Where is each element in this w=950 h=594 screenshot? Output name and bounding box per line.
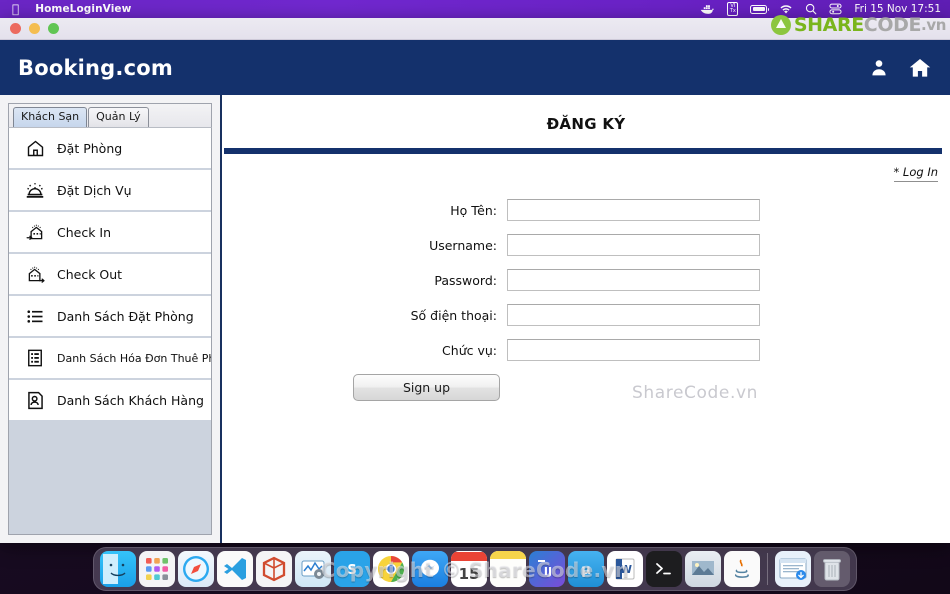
finder-window-icon[interactable] xyxy=(775,551,811,587)
apple-logo-icon[interactable]:  xyxy=(12,3,19,15)
home-icon[interactable] xyxy=(908,56,932,80)
intellij-icon[interactable]: IJ xyxy=(529,551,565,587)
role-label: Chức vụ: xyxy=(442,342,497,358)
minimize-button[interactable] xyxy=(29,23,40,34)
docker-whale-icon[interactable] xyxy=(700,2,715,16)
battery-icon[interactable] xyxy=(750,2,770,16)
app-brand-header: Booking.com xyxy=(0,40,950,95)
sidebar-item-label: Đặt Phòng xyxy=(57,140,123,156)
building-icon xyxy=(23,136,47,160)
fullname-field[interactable] xyxy=(507,199,760,221)
java-icon[interactable] xyxy=(724,551,760,587)
close-button[interactable] xyxy=(10,23,21,34)
title-divider xyxy=(224,148,942,154)
dock-separator xyxy=(767,553,768,585)
form-row-password: Password: xyxy=(222,269,950,291)
sharecode-logo-code: CODE xyxy=(863,14,922,36)
user-account-icon[interactable] xyxy=(868,57,890,79)
password-label: Password: xyxy=(434,272,497,288)
username-label: Username: xyxy=(429,237,497,253)
sharecode-watermark-text: ShareCode.vn xyxy=(632,383,759,403)
sharecode-watermark-logo: SHARE CODE .vn xyxy=(770,13,946,37)
tab-quan-ly[interactable]: Quản Lý xyxy=(88,107,149,127)
login-link-container: * Log In xyxy=(893,161,938,182)
sharecode-logo-share: SHARE xyxy=(793,14,864,36)
fullname-label: Họ Tên: xyxy=(450,202,497,218)
sidebar-item-check-out[interactable]: Check Out xyxy=(9,254,211,296)
sidebar-item-label: Danh Sách Hóa Đơn Thuê Ph... xyxy=(57,351,212,365)
vitx-icon[interactable]: VI Tx xyxy=(727,2,739,16)
invoice-grid-icon xyxy=(23,346,47,370)
vitx-line2: Tx xyxy=(729,8,736,14)
list-icon xyxy=(23,304,47,328)
messenger-icon[interactable] xyxy=(412,551,448,587)
sidebar-item-check-in[interactable]: Check In xyxy=(9,212,211,254)
page-title: ĐĂNG KÝ xyxy=(546,115,626,133)
svg-text:S: S xyxy=(347,563,356,578)
sidebar-item-label: Danh Sách Đặt Phòng xyxy=(57,308,194,324)
form-row-submit: Sign up xyxy=(222,374,950,401)
form-row-role: Chức vụ: xyxy=(222,339,950,361)
form-row-phone: Số điện thoại: xyxy=(222,304,950,326)
word-icon[interactable]: W xyxy=(607,551,643,587)
form-row-username: Username: xyxy=(222,234,950,256)
terminal-icon[interactable] xyxy=(646,551,682,587)
menubar-app-name: HomeLoginView xyxy=(28,3,131,15)
app-window: Booking.com Khách Sạn Quản Lý Đặt Phòng … xyxy=(0,18,950,543)
trash-icon[interactable] xyxy=(814,551,850,587)
launchpad-icon[interactable] xyxy=(139,551,175,587)
svg-text:W: W xyxy=(620,563,632,576)
macos-dock: S 15 IJ µ W xyxy=(93,547,857,591)
app-brand-title: Booking.com xyxy=(18,55,173,80)
sidebar-item-dat-dich-vu[interactable]: Đặt Dịch Vụ xyxy=(9,170,211,212)
main-content: ĐĂNG KÝ * Log In Họ Tên: Username: Passw… xyxy=(222,95,950,543)
tab-khach-san[interactable]: Khách Sạn xyxy=(13,107,88,127)
phone-label: Số điện thoại: xyxy=(410,307,497,323)
signup-button[interactable]: Sign up xyxy=(353,374,500,401)
sharecode-logo-vn: .vn xyxy=(921,16,946,34)
calendar-icon[interactable]: 15 xyxy=(451,551,487,587)
service-bell-icon xyxy=(23,178,47,202)
customer-document-icon xyxy=(23,388,47,412)
window-body: Khách Sạn Quản Lý Đặt Phòng Đặt Dịch Vụ … xyxy=(0,95,950,543)
form-row-fullname: Họ Tên: xyxy=(222,199,950,221)
sidebar-item-danh-sach-hoa-don[interactable]: Danh Sách Hóa Đơn Thuê Ph... xyxy=(9,338,211,380)
svg-text:IJ: IJ xyxy=(544,565,552,578)
finder-icon[interactable] xyxy=(100,551,136,587)
system-monitor-icon[interactable] xyxy=(295,551,331,587)
chrome-icon[interactable] xyxy=(373,551,409,587)
sidebar-menu-list: Đặt Phòng Đặt Dịch Vụ Check In Check Out… xyxy=(8,127,212,535)
vscode-icon[interactable] xyxy=(217,551,253,587)
sidebar-tabstrip: Khách Sạn Quản Lý xyxy=(8,103,212,127)
login-link[interactable]: * Log In xyxy=(893,165,938,182)
building-arrow-out-icon xyxy=(23,262,47,286)
role-field[interactable] xyxy=(507,339,760,361)
svg-text:µ: µ xyxy=(581,563,591,578)
preview-icon[interactable] xyxy=(685,551,721,587)
zoom-button[interactable] xyxy=(48,23,59,34)
password-field[interactable] xyxy=(507,269,760,291)
sidebar-item-danh-sach-khach-hang[interactable]: Danh Sách Khách Hàng xyxy=(9,380,211,422)
username-field[interactable] xyxy=(507,234,760,256)
calendar-day-number: 15 xyxy=(458,564,480,583)
sidebar-item-danh-sach-dat-phong[interactable]: Danh Sách Đặt Phòng xyxy=(9,296,211,338)
building-arrow-in-icon xyxy=(23,220,47,244)
sidebar-item-label: Danh Sách Khách Hàng xyxy=(57,392,204,408)
notes-icon[interactable] xyxy=(490,551,526,587)
sidebar-item-label: Check Out xyxy=(57,266,123,282)
sidebar-item-label: Đặt Dịch Vụ xyxy=(57,182,132,198)
sidebar-item-dat-phong[interactable]: Đặt Phòng xyxy=(9,128,211,170)
sidebar-item-label: Check In xyxy=(57,224,112,240)
sidebar: Khách Sạn Quản Lý Đặt Phòng Đặt Dịch Vụ … xyxy=(0,95,222,543)
signup-form: Họ Tên: Username: Password: Số điện thoạ… xyxy=(222,199,950,401)
skype-icon[interactable]: S xyxy=(334,551,370,587)
safari-icon[interactable] xyxy=(178,551,214,587)
utorrent-icon[interactable]: µ xyxy=(568,551,604,587)
phone-field[interactable] xyxy=(507,304,760,326)
sharecode-logo-mark-icon xyxy=(770,15,791,35)
virtualbox-icon[interactable] xyxy=(256,551,292,587)
